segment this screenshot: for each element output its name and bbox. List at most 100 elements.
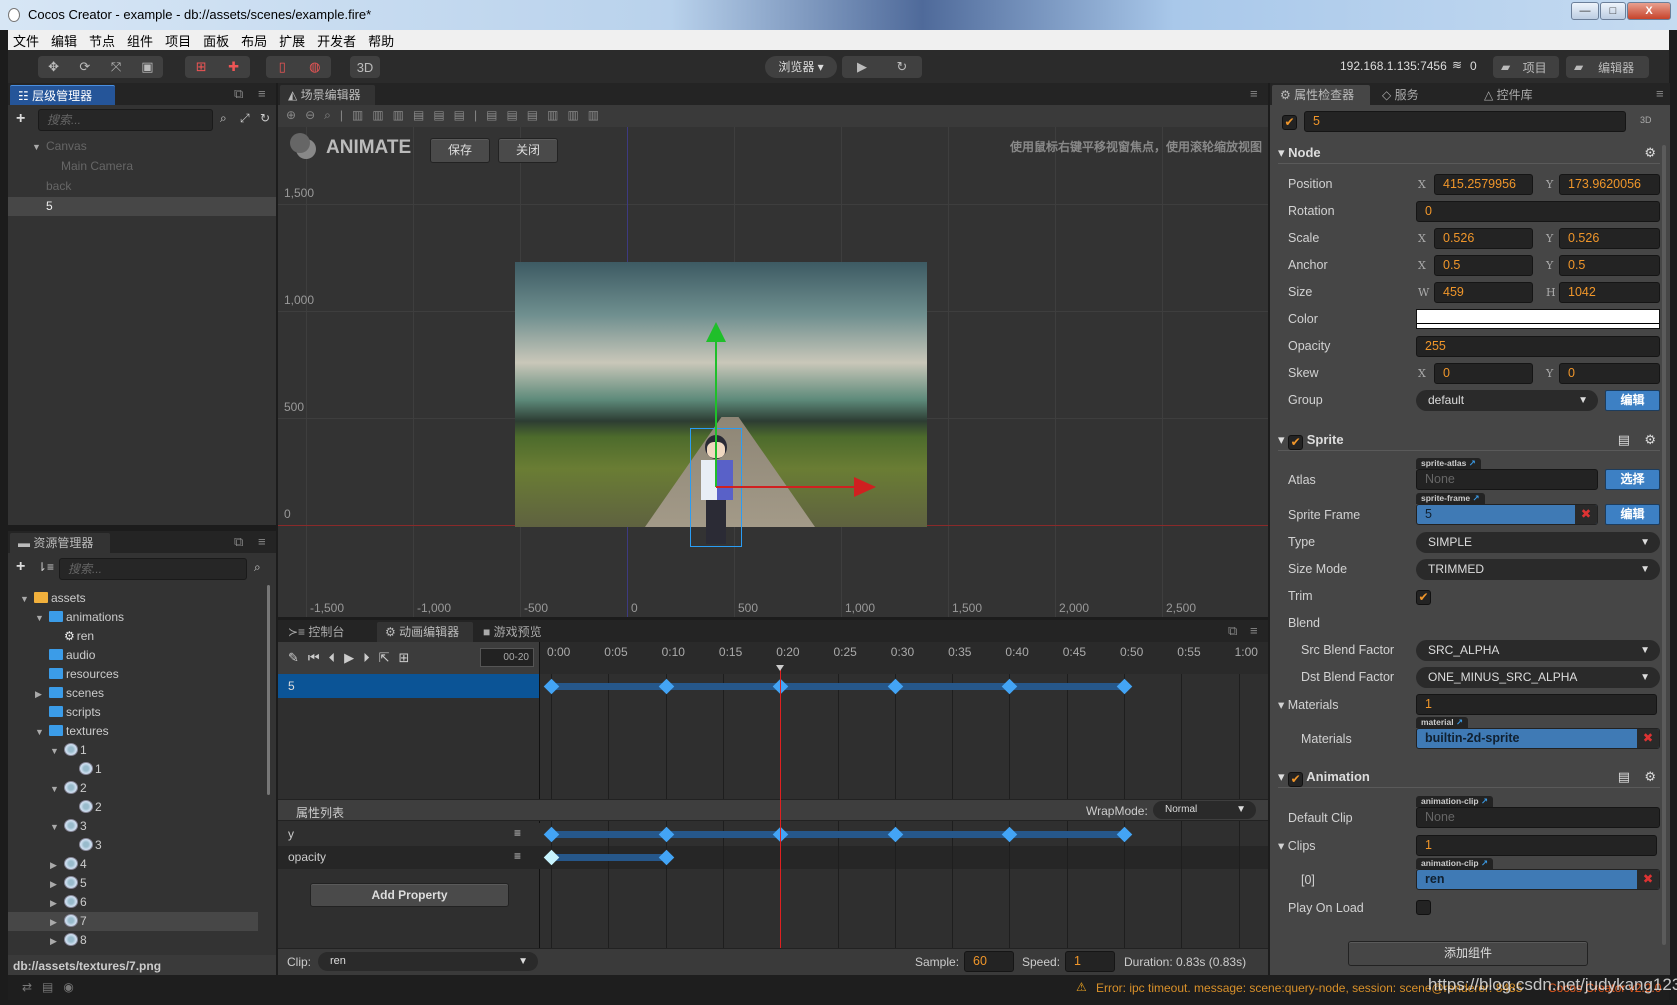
size-mode-select[interactable]: TRIMMED bbox=[1416, 559, 1660, 580]
opacity-input[interactable]: 255 bbox=[1416, 336, 1660, 357]
type-select[interactable]: SIMPLE bbox=[1416, 532, 1660, 553]
material-field[interactable]: builtin-2d-sprite ✖ bbox=[1416, 728, 1660, 749]
tab-services[interactable]: ◇ 服务 bbox=[1374, 85, 1444, 105]
keyframe[interactable] bbox=[658, 678, 674, 695]
clips-count-input[interactable]: 1 bbox=[1416, 835, 1657, 856]
refresh-icon[interactable]: ↻ bbox=[260, 111, 270, 125]
play-on-load-checkbox[interactable] bbox=[1416, 900, 1431, 915]
wrapmode-select[interactable]: Normal bbox=[1153, 801, 1256, 819]
clear-icon[interactable]: ✖ bbox=[1575, 505, 1597, 524]
node-active-checkbox[interactable]: ✔ bbox=[1282, 115, 1297, 130]
edit-group-button[interactable]: 编辑 bbox=[1605, 390, 1660, 411]
position-x-input[interactable]: 415.2579956 bbox=[1434, 174, 1533, 195]
tree-node-main-camera[interactable]: Main Camera bbox=[61, 157, 133, 176]
color-swatch[interactable] bbox=[1416, 309, 1660, 329]
browser-select[interactable]: 浏览器 ▾ bbox=[765, 56, 837, 78]
keyframe[interactable] bbox=[543, 678, 560, 695]
property-row-opacity[interactable]: opacity ≡ bbox=[278, 846, 1268, 869]
trim-checkbox[interactable]: ✔ bbox=[1416, 590, 1431, 605]
align-icons[interactable]: |▥▥▥▤▤▤|▤▤▤▥▥▥ bbox=[340, 108, 608, 122]
menu-panel[interactable]: 面板 bbox=[203, 31, 229, 50]
search-icon[interactable]: ⌕ bbox=[220, 111, 227, 126]
scene-viewport[interactable]: ANIMATE 保存 关闭 使用鼠标右键平移视窗焦点，使用滚轮缩放视图 1,50… bbox=[278, 127, 1268, 617]
add-property-button[interactable]: Add Property bbox=[310, 883, 509, 907]
animation-section-header[interactable]: ▾ ✔ Animation ▤ ⚙ bbox=[1278, 766, 1660, 788]
menu-file[interactable]: 文件 bbox=[13, 31, 39, 50]
add-keyframe-icon[interactable]: ⊞ bbox=[399, 650, 419, 665]
close-window-button[interactable]: X bbox=[1627, 2, 1671, 20]
asset-tree-item[interactable]: 2 bbox=[8, 798, 258, 817]
tab-widget-library[interactable]: △ 控件库 bbox=[1476, 85, 1556, 105]
menu-component[interactable]: 组件 bbox=[127, 31, 153, 50]
help-book-icon[interactable]: ▤ bbox=[1618, 766, 1630, 788]
asset-tree-item[interactable]: ▶ scenes bbox=[8, 684, 258, 703]
arrow-up-icon[interactable] bbox=[706, 322, 726, 342]
anchor-x-input[interactable]: 0.5 bbox=[1434, 255, 1533, 276]
panel-menu-icon[interactable]: ≡ bbox=[1250, 86, 1258, 101]
animation-enabled-checkbox[interactable]: ✔ bbox=[1288, 772, 1304, 787]
asset-tree-item[interactable]: ▶ 5 bbox=[8, 874, 258, 893]
link-icon[interactable]: ↗ bbox=[1473, 493, 1480, 503]
asset-tree-item[interactable]: 1 bbox=[8, 760, 258, 779]
expand-arrow-icon[interactable]: ▶ bbox=[35, 685, 49, 704]
playhead-marker-icon[interactable] bbox=[776, 665, 785, 671]
menu-project[interactable]: 项目 bbox=[165, 31, 191, 50]
link-icon[interactable]: ↗ bbox=[1481, 796, 1488, 806]
move-gizmo-x[interactable] bbox=[716, 486, 856, 488]
position-y-input[interactable]: 173.9620056 bbox=[1559, 174, 1660, 195]
tab-animation-editor[interactable]: ⚙ 动画编辑器 bbox=[377, 622, 473, 642]
inspector-scrollbar[interactable] bbox=[1662, 145, 1666, 945]
move-tool-icon[interactable]: ✥ bbox=[38, 59, 69, 75]
tree-node-back[interactable]: back bbox=[46, 177, 71, 196]
collapse-arrow-icon[interactable]: ▼ bbox=[50, 818, 64, 837]
global-coord-icon[interactable]: ◍ bbox=[299, 59, 332, 75]
gear-icon[interactable]: ⚙ bbox=[1644, 766, 1656, 788]
gear-icon[interactable]: ⚙ bbox=[1644, 429, 1656, 451]
collapse-arrow-icon[interactable]: ▼ bbox=[35, 723, 49, 742]
keyframe[interactable] bbox=[1116, 678, 1133, 695]
add-asset-button[interactable]: + bbox=[16, 558, 25, 576]
popout-icon[interactable]: ⧉ bbox=[234, 86, 243, 102]
materials-count-input[interactable]: 1 bbox=[1416, 694, 1657, 715]
pivot-icon[interactable]: ⊞ bbox=[185, 59, 218, 75]
open-project-button[interactable]: ▰ 项目 bbox=[1493, 56, 1559, 78]
popout-icon[interactable]: ⧉ bbox=[234, 534, 243, 550]
skew-x-input[interactable]: 0 bbox=[1434, 363, 1533, 384]
node-name-input[interactable]: 5 bbox=[1304, 111, 1626, 132]
link-icon[interactable]: ↗ bbox=[1481, 858, 1488, 868]
panel-menu-icon[interactable]: ≡ bbox=[1250, 623, 1258, 638]
property-menu-icon[interactable]: ≡ bbox=[514, 849, 521, 863]
tab-assets[interactable]: ▬ 资源管理器 bbox=[10, 533, 110, 553]
collapse-arrow-icon[interactable]: ▼ bbox=[50, 742, 64, 761]
edit-mode-icon[interactable]: ✎ bbox=[288, 650, 308, 665]
speed-input[interactable]: 1 bbox=[1065, 951, 1115, 972]
link-icon[interactable]: ↗ bbox=[1456, 717, 1463, 727]
menu-help[interactable]: 帮助 bbox=[368, 31, 394, 50]
asset-tree-item[interactable]: ▶ 6 bbox=[8, 893, 258, 912]
add-event-icon[interactable]: ⇱ bbox=[379, 650, 399, 665]
menu-edit[interactable]: 编辑 bbox=[51, 31, 77, 50]
asset-tree-item[interactable]: ⚙ ren bbox=[8, 627, 258, 646]
atlas-field[interactable]: None bbox=[1416, 469, 1598, 490]
play-icon[interactable]: ▶ bbox=[344, 650, 363, 665]
sprite-enabled-checkbox[interactable]: ✔ bbox=[1288, 435, 1304, 450]
asset-tree-item[interactable]: resources bbox=[8, 665, 258, 684]
toggle-3d-button[interactable]: 3D bbox=[350, 56, 380, 78]
refresh-icon[interactable]: ↻ bbox=[882, 59, 922, 75]
sprite-frame-field[interactable]: 5 ✖ bbox=[1416, 504, 1598, 525]
tree-node-canvas[interactable]: ▼ Canvas bbox=[32, 137, 87, 156]
clear-icon[interactable]: ✖ bbox=[1637, 729, 1659, 748]
collapse-arrow-icon[interactable]: ▼ bbox=[35, 609, 49, 628]
tree-node-5-selected[interactable]: 5 bbox=[8, 197, 276, 216]
minimize-button[interactable]: — bbox=[1571, 2, 1599, 20]
expand-arrow-icon[interactable]: ▶ bbox=[50, 875, 64, 894]
asset-tree-item[interactable]: ▼ 2 bbox=[8, 779, 258, 798]
collapse-arrow-icon[interactable]: ▼ bbox=[20, 590, 34, 609]
panel-menu-icon[interactable]: ≡ bbox=[258, 86, 266, 101]
arrow-right-icon[interactable] bbox=[854, 477, 876, 497]
expand-arrow-icon[interactable]: ▶ bbox=[50, 932, 64, 951]
assets-search-input[interactable]: 搜索... bbox=[59, 558, 247, 580]
close-animation-button[interactable]: 关闭 bbox=[498, 138, 558, 163]
menu-layout[interactable]: 布局 bbox=[241, 31, 267, 50]
scale-x-input[interactable]: 0.526 bbox=[1434, 228, 1533, 249]
